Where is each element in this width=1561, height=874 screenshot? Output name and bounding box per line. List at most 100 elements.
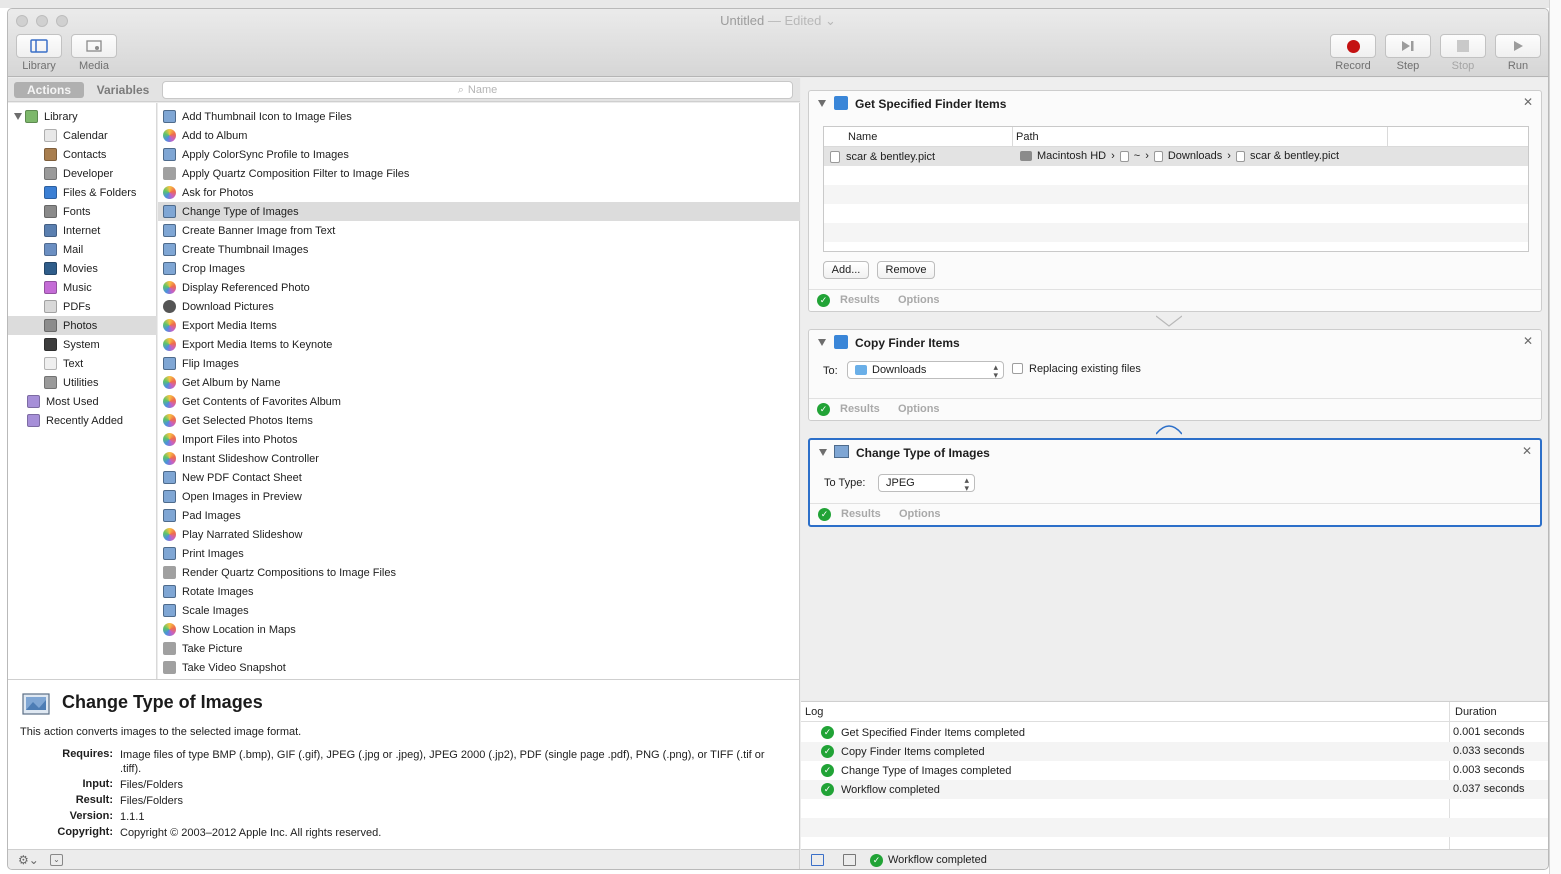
action-item[interactable]: Get Selected Photos Items bbox=[158, 411, 800, 430]
action-item[interactable]: Instant Slideshow Controller bbox=[158, 449, 800, 468]
result-label: Result: bbox=[75, 794, 113, 806]
log-column-header[interactable]: Log bbox=[805, 706, 823, 718]
library-item-label: Photos bbox=[63, 319, 98, 332]
edited-indicator[interactable]: — Edited bbox=[768, 13, 821, 28]
stop-button[interactable] bbox=[1440, 34, 1486, 58]
action-item[interactable]: Print Images bbox=[158, 544, 800, 563]
action-item[interactable]: Take Picture bbox=[158, 639, 800, 658]
disclosure-triangle-icon[interactable] bbox=[818, 100, 826, 107]
library-item[interactable]: Fonts bbox=[8, 202, 157, 221]
step-button[interactable] bbox=[1385, 34, 1431, 58]
tab-actions[interactable]: Actions bbox=[14, 82, 84, 98]
log-row[interactable]: ✓ Get Specified Finder Items completed 0.0… bbox=[801, 723, 1548, 742]
library-item[interactable]: Text bbox=[8, 354, 157, 373]
column-header-name[interactable]: Name bbox=[848, 131, 877, 143]
checkmark-icon: ✓ bbox=[821, 745, 834, 758]
close-icon[interactable]: ✕ bbox=[1522, 444, 1532, 458]
options-tab[interactable]: Options bbox=[899, 508, 941, 520]
library-item[interactable]: Utilities bbox=[8, 373, 157, 392]
remove-button[interactable]: Remove bbox=[877, 261, 935, 279]
duration-column-header[interactable]: Duration bbox=[1455, 706, 1497, 718]
action-item[interactable]: Apply Quartz Composition Filter to Image… bbox=[158, 164, 800, 183]
add-button[interactable]: Add... bbox=[823, 261, 869, 279]
table-row[interactable]: scar & bentley.pict Macintosh HD › ~ › D… bbox=[824, 147, 1528, 166]
disclosure-triangle-icon[interactable] bbox=[819, 449, 827, 456]
disclosure-triangle-icon[interactable] bbox=[818, 339, 826, 346]
disclosure-triangle-icon[interactable] bbox=[14, 113, 22, 120]
gear-icon[interactable]: ⚙⌄ bbox=[18, 853, 39, 867]
library-item[interactable]: Movies bbox=[8, 259, 157, 278]
library-item[interactable]: Files & Folders bbox=[8, 183, 157, 202]
library-item[interactable]: Most Used bbox=[8, 392, 157, 411]
action-item[interactable]: Take Video Snapshot bbox=[158, 658, 800, 677]
library-item-label: Developer bbox=[63, 167, 114, 180]
log-row[interactable]: ✓ Workflow completed 0.037 seconds bbox=[801, 780, 1548, 799]
library-item[interactable]: Recently Added bbox=[8, 411, 157, 430]
action-item[interactable]: New PDF Contact Sheet bbox=[158, 468, 800, 487]
library-item[interactable]: Photos bbox=[8, 316, 157, 335]
media-button[interactable] bbox=[71, 34, 117, 58]
action-item[interactable]: Render Quartz Compositions to Image File… bbox=[158, 563, 800, 582]
results-tab[interactable]: Results bbox=[841, 508, 881, 520]
record-button[interactable] bbox=[1330, 34, 1376, 58]
log-row[interactable]: ✓ Copy Finder Items completed 0.033 second… bbox=[801, 742, 1548, 761]
action-item[interactable]: Ask for Photos bbox=[158, 183, 800, 202]
log-view-icon[interactable] bbox=[811, 854, 824, 866]
close-icon[interactable]: ✕ bbox=[1523, 334, 1533, 348]
action-item[interactable]: Open Images in Preview bbox=[158, 487, 800, 506]
action-item[interactable]: Rotate Images bbox=[158, 582, 800, 601]
action-item[interactable]: Display Referenced Photo bbox=[158, 278, 800, 297]
library-item[interactable]: PDFs bbox=[8, 297, 157, 316]
library-item[interactable]: Developer bbox=[8, 164, 157, 183]
action-item[interactable]: Scale Images bbox=[158, 601, 800, 620]
action-item[interactable]: Add to Album bbox=[158, 126, 800, 145]
library-item-label: Mail bbox=[63, 243, 84, 256]
destination-popup[interactable]: Downloads ▴ ▾ bbox=[847, 361, 1004, 380]
action-item[interactable]: Add Thumbnail Icon to Image Files bbox=[158, 107, 800, 126]
search-input[interactable]: ⌕ Name bbox=[162, 81, 793, 99]
action-item[interactable]: Create Banner Image from Text bbox=[158, 221, 800, 240]
results-tab[interactable]: Results bbox=[840, 403, 880, 415]
library-item[interactable]: Internet bbox=[8, 221, 157, 240]
action-copy-finder-items[interactable]: Copy Finder Items ✕ To: Downloads ▴ ▾ Rep… bbox=[808, 329, 1542, 421]
action-get-specified-finder-items[interactable]: Get Specified Finder Items ✕ Name Path s… bbox=[808, 90, 1542, 312]
action-item[interactable]: Flip Images bbox=[158, 354, 800, 373]
replace-checkbox[interactable] bbox=[1012, 363, 1023, 374]
action-change-type-of-images[interactable]: Change Type of Images ✕ To Type: JPEG ▴ ▾… bbox=[808, 438, 1542, 527]
action-item[interactable]: Create Thumbnail Images bbox=[158, 240, 800, 259]
options-tab[interactable]: Options bbox=[898, 294, 940, 306]
chevron-down-icon[interactable]: ⌄ bbox=[825, 13, 836, 28]
library-button[interactable] bbox=[16, 34, 62, 58]
action-item[interactable]: Get Contents of Favorites Album bbox=[158, 392, 800, 411]
toggle-description-icon[interactable]: ⌄ bbox=[50, 854, 63, 866]
action-item[interactable]: Crop Images bbox=[158, 259, 800, 278]
tab-variables[interactable]: Variables bbox=[88, 82, 158, 98]
action-item[interactable]: Play Narrated Slideshow bbox=[158, 525, 800, 544]
run-button[interactable] bbox=[1495, 34, 1541, 58]
action-item[interactable]: Show Location in Maps bbox=[158, 620, 800, 639]
workflow-bottom-bar: ✓ Workflow completed bbox=[801, 849, 1548, 869]
action-item[interactable]: Change Type of Images bbox=[158, 202, 800, 221]
to-type-label: To Type: bbox=[824, 477, 866, 489]
action-item[interactable]: Export Media Items bbox=[158, 316, 800, 335]
variables-view-icon[interactable] bbox=[843, 854, 856, 866]
results-tab[interactable]: Results bbox=[840, 294, 880, 306]
action-item[interactable]: Pad Images bbox=[158, 506, 800, 525]
library-item[interactable]: Calendar bbox=[8, 126, 157, 145]
options-tab[interactable]: Options bbox=[898, 403, 940, 415]
library-item[interactable]: Library bbox=[8, 107, 157, 126]
action-item-label: Show Location in Maps bbox=[182, 623, 296, 636]
library-item[interactable]: Mail bbox=[8, 240, 157, 259]
action-item[interactable]: Download Pictures bbox=[158, 297, 800, 316]
action-item[interactable]: Export Media Items to Keynote bbox=[158, 335, 800, 354]
type-popup[interactable]: JPEG ▴ ▾ bbox=[878, 474, 975, 493]
action-item[interactable]: Apply ColorSync Profile to Images bbox=[158, 145, 800, 164]
library-item[interactable]: Music bbox=[8, 278, 157, 297]
column-header-path[interactable]: Path bbox=[1016, 131, 1039, 143]
log-row[interactable]: ✓ Change Type of Images completed 0.003 se… bbox=[801, 761, 1548, 780]
action-item[interactable]: Import Files into Photos bbox=[158, 430, 800, 449]
action-item[interactable]: Get Album by Name bbox=[158, 373, 800, 392]
close-icon[interactable]: ✕ bbox=[1523, 95, 1533, 109]
library-item[interactable]: Contacts bbox=[8, 145, 157, 164]
library-item[interactable]: System bbox=[8, 335, 157, 354]
